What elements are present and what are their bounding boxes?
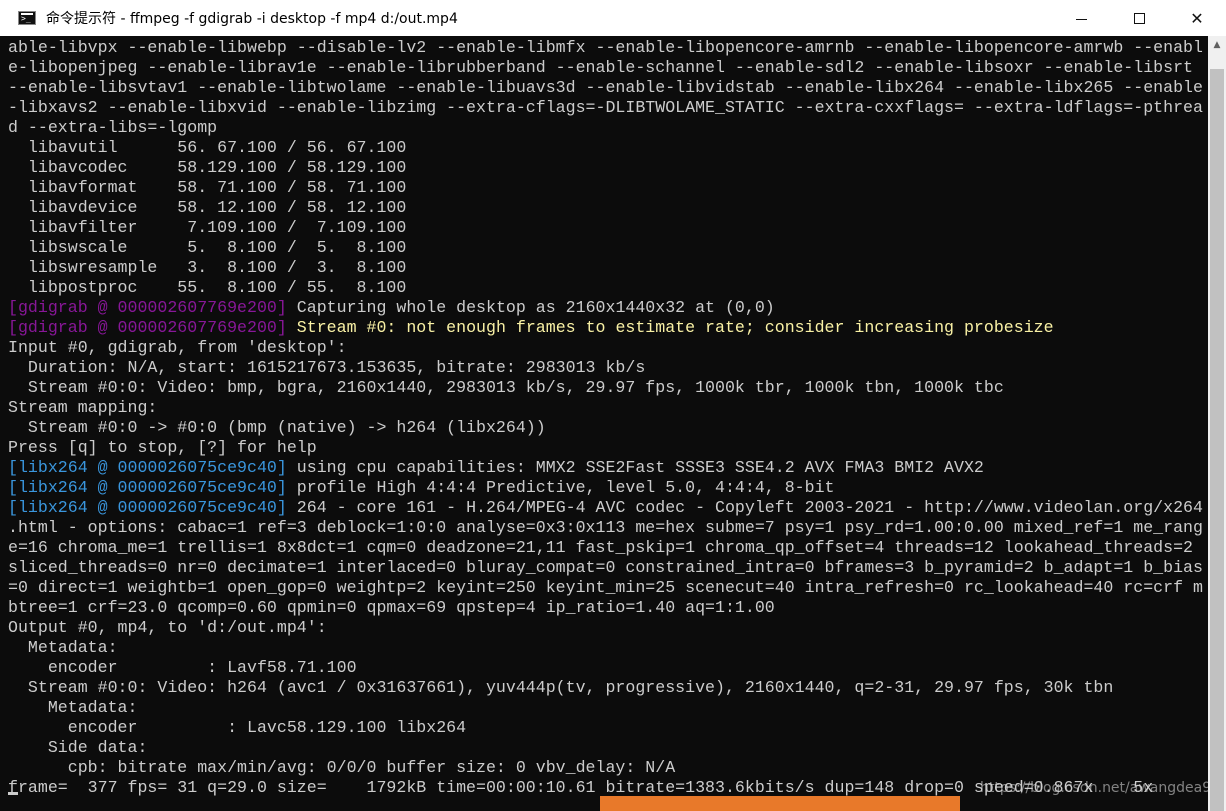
console-line: Input #0, gdigrab, from 'desktop': bbox=[8, 338, 347, 357]
console-line: d --extra-libs=-lgomp bbox=[8, 118, 218, 137]
libx264-log-tag: [libx264 @ 0000026075ce9c40] bbox=[8, 478, 287, 497]
console-line: libswscale 5. 8.100 / 5. 8.100 bbox=[8, 238, 407, 257]
log-message: using cpu capabilities: MMX2 SSE2Fast SS… bbox=[286, 458, 984, 477]
console-line: encoder : Lavc58.129.100 libx264 bbox=[8, 718, 467, 737]
console-line: Press [q] to stop, [?] for help bbox=[8, 438, 317, 457]
console-line: Stream mapping: bbox=[8, 398, 158, 417]
log-message: Stream #0: not enough frames to estimate… bbox=[286, 318, 1054, 337]
minimize-icon bbox=[1075, 18, 1087, 20]
text-cursor bbox=[8, 792, 18, 795]
console-line: [libx264 @ 0000026075ce9c40] 264 - core … bbox=[8, 498, 1208, 518]
log-message: 264 - core 161 - H.264/MPEG-4 AVC codec … bbox=[286, 498, 1203, 517]
console-line: Output #0, mp4, to 'd:/out.mp4': bbox=[8, 618, 327, 637]
console-line: =0 direct=1 weightb=1 open_gop=0 weightp… bbox=[8, 578, 1203, 597]
console-line: cpb: bitrate max/min/avg: 0/0/0 buffer s… bbox=[8, 758, 676, 777]
close-icon: ✕ bbox=[1190, 8, 1204, 28]
title-bar[interactable]: 命令提示符 - ffmpeg -f gdigrab -i desktop -f … bbox=[0, 0, 1226, 36]
console-line: [libx264 @ 0000026075ce9c40] using cpu c… bbox=[8, 458, 1208, 478]
console-line: libavformat 58. 71.100 / 58. 71.100 bbox=[8, 178, 407, 197]
console-line: libavutil 56. 67.100 / 56. 67.100 bbox=[8, 138, 407, 157]
console-line: libavcodec 58.129.100 / 58.129.100 bbox=[8, 158, 407, 177]
console-line: encoder : Lavf58.71.100 bbox=[8, 658, 357, 677]
console-line: Stream #0:0: Video: bmp, bgra, 2160x1440… bbox=[8, 378, 1004, 397]
console-line: Stream #0:0: Video: h264 (avc1 / 0x31637… bbox=[8, 678, 1114, 697]
console-line: libswresample 3. 8.100 / 3. 8.100 bbox=[8, 258, 407, 277]
console-line: Side data: bbox=[8, 738, 148, 757]
console-line: .html - options: cabac=1 ref=3 deblock=1… bbox=[8, 518, 1203, 537]
gdigrab-log-tag: [gdigrab @ 000002607769e200] bbox=[8, 318, 287, 337]
log-message: Capturing whole desktop as 2160x1440x32 … bbox=[286, 298, 775, 317]
libx264-log-tag: [libx264 @ 0000026075ce9c40] bbox=[8, 458, 287, 477]
scroll-thumb[interactable] bbox=[1210, 69, 1224, 811]
log-message: profile High 4:4:4 Predictive, level 5.0… bbox=[286, 478, 835, 497]
maximize-button[interactable] bbox=[1110, 0, 1168, 36]
console-line: e=16 chroma_me=1 trellis=1 8x8dct=1 cqm=… bbox=[8, 538, 1193, 557]
minimize-button[interactable] bbox=[1052, 0, 1110, 36]
close-button[interactable]: ✕ bbox=[1168, 0, 1226, 36]
console-line: Metadata: bbox=[8, 638, 118, 657]
scroll-up-arrow-icon[interactable]: ▲ bbox=[1208, 36, 1226, 54]
console-line: [libx264 @ 0000026075ce9c40] profile Hig… bbox=[8, 478, 1208, 498]
console-line: libavfilter 7.109.100 / 7.109.100 bbox=[8, 218, 407, 237]
watermark: https://blog.csdn.net/awangdea99 bbox=[980, 780, 1221, 796]
console-text: able-libvpx --enable-libwebp --disable-l… bbox=[8, 38, 1208, 798]
gdigrab-log-tag: [gdigrab @ 000002607769e200] bbox=[8, 298, 287, 317]
window-title: 命令提示符 - ffmpeg -f gdigrab -i desktop -f … bbox=[46, 11, 458, 27]
console-output[interactable]: able-libvpx --enable-libwebp --disable-l… bbox=[0, 36, 1208, 811]
cmd-icon bbox=[18, 11, 36, 25]
maximize-icon bbox=[1133, 12, 1145, 24]
console-line: [gdigrab @ 000002607769e200] Capturing w… bbox=[8, 298, 1208, 318]
console-line: e-libopenjpeg --enable-librav1e --enable… bbox=[8, 58, 1193, 77]
console-line: Metadata: bbox=[8, 698, 138, 717]
vertical-scrollbar[interactable]: ▲ bbox=[1208, 36, 1226, 811]
libx264-log-tag: [libx264 @ 0000026075ce9c40] bbox=[8, 498, 287, 517]
console-line: Stream #0:0 -> #0:0 (bmp (native) -> h26… bbox=[8, 418, 546, 437]
console-line: libpostproc 55. 8.100 / 55. 8.100 bbox=[8, 278, 407, 297]
console-line: btree=1 crf=23.0 qcomp=0.60 qpmin=0 qpma… bbox=[8, 598, 775, 617]
background-window-strip bbox=[600, 796, 960, 811]
console-line: libavdevice 58. 12.100 / 58. 12.100 bbox=[8, 198, 407, 217]
console-line: Duration: N/A, start: 1615217673.153635,… bbox=[8, 358, 646, 377]
window-controls: ✕ bbox=[1052, 0, 1226, 36]
console-line: sliced_threads=0 nr=0 decimate=1 interla… bbox=[8, 558, 1203, 577]
console-line: -libxavs2 --enable-libxvid --enable-libz… bbox=[8, 98, 1203, 117]
console-line: --enable-libsvtav1 --enable-libtwolame -… bbox=[8, 78, 1203, 97]
console-line: able-libvpx --enable-libwebp --disable-l… bbox=[8, 38, 1203, 57]
console-line: [gdigrab @ 000002607769e200] Stream #0: … bbox=[8, 318, 1208, 338]
